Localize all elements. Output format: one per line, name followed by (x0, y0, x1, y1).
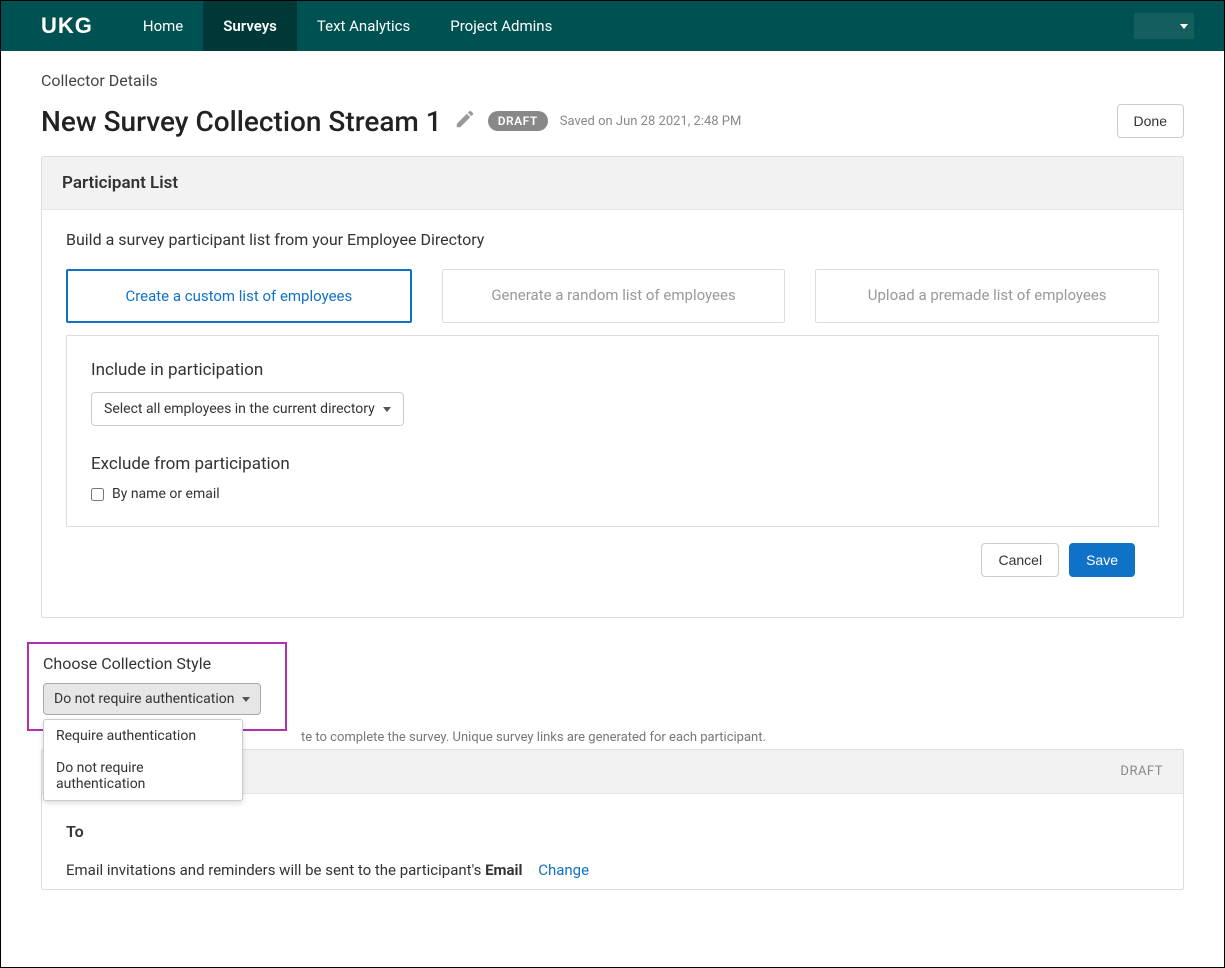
top-nav: UKG Home Surveys Text Analytics Project … (1, 1, 1224, 51)
invitation-desc-prefix: Email invitations and reminders will be … (66, 861, 485, 879)
collection-helper-text: te to complete the survey. Unique survey… (301, 730, 766, 745)
exclude-checkbox-row[interactable]: By name or email (91, 486, 1134, 502)
invitation-desc-bold: Email (485, 861, 522, 879)
page-title: New Survey Collection Stream 1 (41, 105, 442, 138)
change-link[interactable]: Change (538, 861, 589, 879)
exclude-checkbox-label: By name or email (112, 486, 220, 502)
collection-style-dropdown[interactable]: Do not require authentication (43, 683, 261, 715)
nav-home[interactable]: Home (123, 1, 203, 51)
participation-panel: Include in participation Select all empl… (66, 335, 1159, 527)
cancel-button[interactable]: Cancel (981, 543, 1059, 577)
saved-timestamp: Saved on Jun 28 2021, 2:48 PM (560, 114, 742, 129)
exclude-label: Exclude from participation (91, 454, 1134, 474)
include-label: Include in participation (91, 360, 1134, 380)
status-badge: DRAFT (488, 111, 548, 131)
invitation-to-label: To (66, 822, 1159, 841)
nav-project-admins[interactable]: Project Admins (430, 1, 572, 51)
chevron-down-icon (383, 407, 391, 412)
collection-style-highlight: Choose Collection Style Do not require a… (27, 642, 287, 731)
chevron-down-icon (1180, 24, 1188, 29)
chevron-down-icon (242, 697, 250, 702)
save-button[interactable]: Save (1069, 543, 1135, 577)
participant-intro: Build a survey participant list from you… (66, 230, 1159, 249)
nav-surveys[interactable]: Surveys (203, 1, 297, 51)
participant-list-card: Participant List Build a survey particip… (41, 156, 1184, 618)
collection-style-value: Do not require authentication (54, 691, 234, 707)
exclude-checkbox[interactable] (91, 488, 104, 501)
breadcrumb: Collector Details (41, 71, 1184, 90)
invitation-status: DRAFT (1120, 764, 1163, 779)
done-button[interactable]: Done (1117, 104, 1184, 138)
nav-text-analytics[interactable]: Text Analytics (297, 1, 430, 51)
option-require-auth[interactable]: Require authentication (44, 720, 242, 752)
user-menu[interactable] (1134, 13, 1194, 39)
option-create-custom[interactable]: Create a custom list of employees (66, 269, 412, 323)
collection-style-menu: Require authentication Do not require au… (43, 719, 243, 801)
include-dropdown[interactable]: Select all employees in the current dire… (91, 392, 404, 426)
collection-style-label: Choose Collection Style (43, 654, 271, 673)
invitation-desc: Email invitations and reminders will be … (66, 861, 1159, 879)
edit-icon[interactable] (454, 108, 476, 134)
option-upload-premade[interactable]: Upload a premade list of employees (815, 269, 1159, 323)
participant-list-header: Participant List (42, 157, 1183, 210)
include-dropdown-value: Select all employees in the current dire… (104, 401, 375, 417)
option-generate-random[interactable]: Generate a random list of employees (442, 269, 786, 323)
option-no-auth[interactable]: Do not require authentication (44, 752, 242, 800)
logo: UKG (41, 13, 93, 39)
